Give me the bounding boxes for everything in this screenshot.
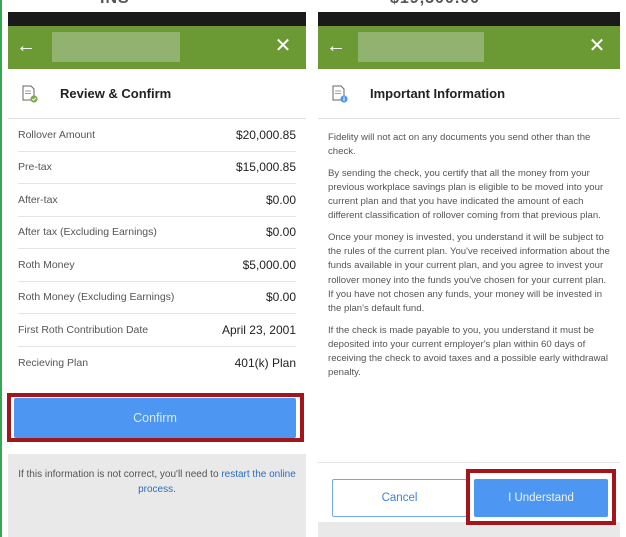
- row-value: $0.00: [265, 192, 296, 207]
- row-value: $0.00: [265, 225, 296, 240]
- arrow-left-icon[interactable]: ←: [326, 35, 348, 57]
- info-paragraph: By sending the check, you certify that a…: [328, 167, 604, 222]
- review-row: Pre-tax $15,000.85: [18, 152, 296, 184]
- restart-note: If this information is not correct, you'…: [18, 469, 296, 495]
- document-check-icon: [22, 85, 38, 103]
- cropped-text-right: $19,500.00: [390, 0, 530, 12]
- info-paragraph: Once your money is invested, you underst…: [328, 231, 610, 315]
- arrow-left-icon[interactable]: ←: [16, 35, 38, 57]
- review-row: Recieving Plan 401(k) Plan: [18, 347, 296, 380]
- row-value: $5,000.00: [242, 257, 296, 272]
- review-header: Review & Confirm: [8, 69, 306, 119]
- cancel-button[interactable]: Cancel: [332, 479, 467, 517]
- info-title: Important Information: [370, 86, 506, 101]
- review-row: First Roth Contribution Date April 23, 20…: [18, 314, 296, 347]
- row-value: $0.00: [265, 290, 296, 305]
- review-row: Rollover Amount $20,000.85: [18, 119, 296, 152]
- important-info-screen: ← ✕ Important Information Fidelity will …: [318, 12, 620, 537]
- review-screen: ← ✕ Review & Confirm Rollover Amount $20,…: [8, 12, 306, 537]
- understand-highlight: [466, 469, 616, 525]
- row-label: After tax (Excluding Earnings): [18, 226, 157, 239]
- review-row: Roth Money $5,000.00: [18, 249, 296, 282]
- info-body: Fidelity will not act on any documents y…: [318, 119, 620, 381]
- close-icon[interactable]: ✕: [586, 35, 608, 57]
- row-label: Rollover Amount: [18, 128, 96, 141]
- review-title: Review & Confirm: [60, 86, 172, 101]
- row-label: After-tax: [18, 193, 58, 206]
- info-paragraph: If the check is made payable to you, you…: [328, 324, 608, 379]
- review-card: Review & Confirm Rollover Amount $20,000.…: [8, 69, 306, 390]
- confirm-highlight: [7, 393, 304, 442]
- review-row: Roth Money (Excluding Earnings) $0.00: [18, 282, 296, 314]
- row-value: $15,000.85: [235, 160, 296, 175]
- status-bar: [8, 12, 306, 26]
- row-value: April 23, 2001: [221, 322, 296, 337]
- document-info-icon: [332, 85, 348, 103]
- row-value: 401(k) Plan: [234, 355, 296, 370]
- row-value: $20,000.85: [235, 127, 296, 142]
- info-header: Important Information: [318, 69, 620, 119]
- redacted-title: [358, 32, 484, 62]
- close-icon[interactable]: ✕: [272, 35, 294, 57]
- review-row: After-tax $0.00: [18, 184, 296, 217]
- row-label: Recieving Plan: [18, 356, 89, 369]
- info-card: Important Information Fidelity will not …: [318, 69, 620, 462]
- row-label: Roth Money (Excluding Earnings): [18, 291, 175, 304]
- page-edge: [0, 0, 2, 537]
- row-label: Roth Money: [18, 258, 75, 271]
- review-rows: Rollover Amount $20,000.85 Pre-tax $15,000.…: [8, 119, 306, 379]
- info-paragraph: Fidelity will not act on any documents y…: [328, 132, 591, 158]
- app-bar: ← ✕: [8, 26, 306, 69]
- row-label: First Roth Contribution Date: [18, 323, 149, 336]
- review-row: After tax (Excluding Earnings) $0.00: [18, 217, 296, 249]
- row-label: Pre-tax: [18, 161, 52, 174]
- redacted-title: [52, 32, 180, 62]
- status-bar: [318, 12, 620, 26]
- app-bar: ← ✕: [318, 26, 620, 69]
- cropped-text-left: INS: [100, 0, 220, 12]
